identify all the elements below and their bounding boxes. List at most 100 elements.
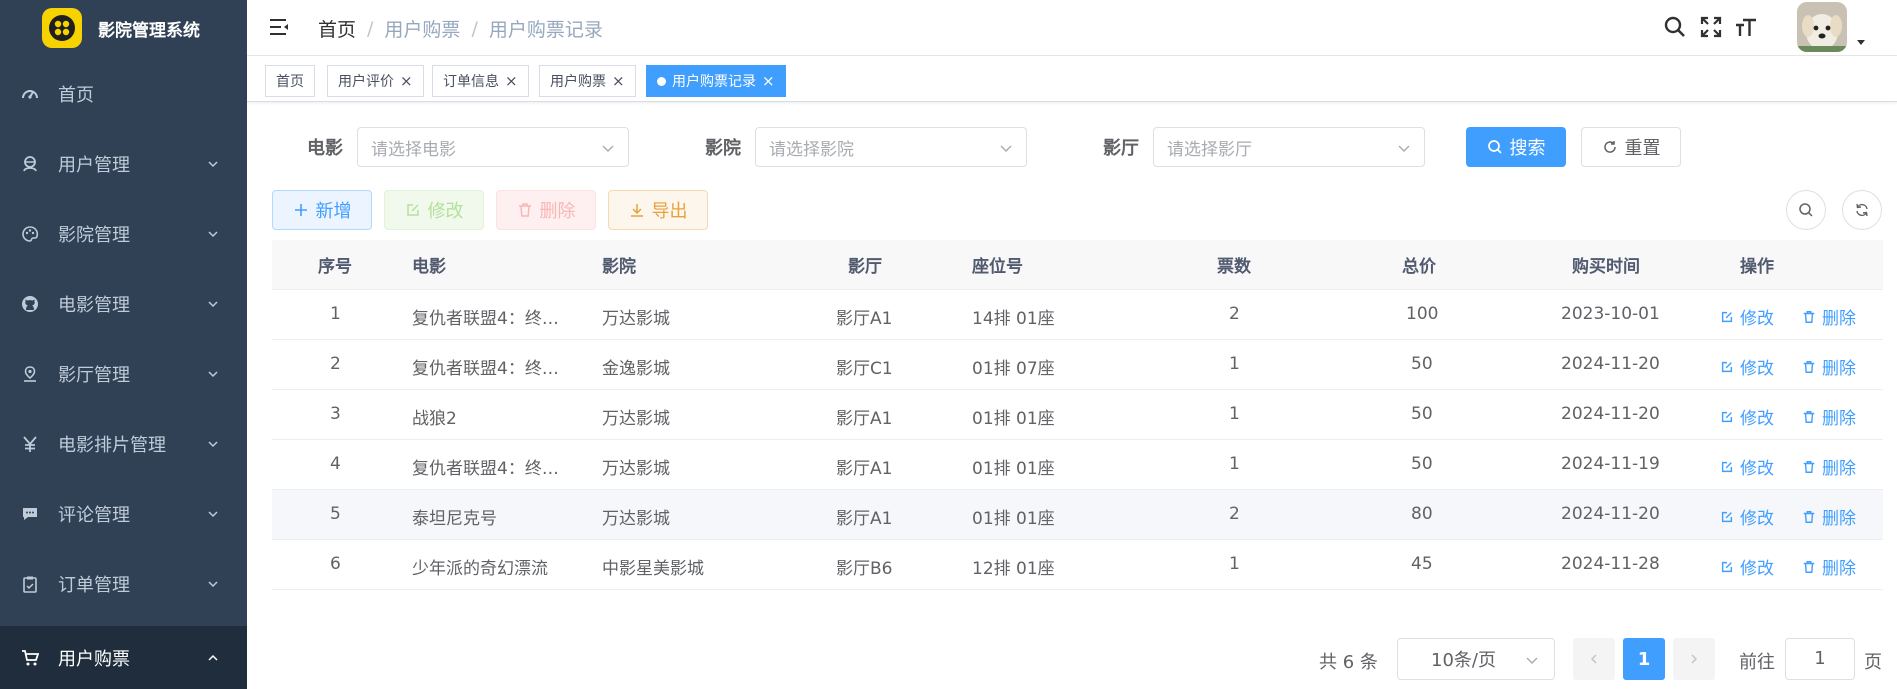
download-icon xyxy=(630,204,643,217)
breadcrumb-home[interactable]: 首页 xyxy=(318,15,356,42)
sidebar-item-label: 评论管理 xyxy=(58,505,130,526)
row-delete-button[interactable]: 删除 xyxy=(1802,354,1856,379)
cell-index: 3 xyxy=(330,404,341,424)
next-page-button[interactable] xyxy=(1673,638,1715,680)
cinema-label: 影院 xyxy=(705,138,741,159)
refresh-table-button[interactable] xyxy=(1842,190,1882,230)
chevron-right-icon xyxy=(1691,654,1698,664)
row-edit-button[interactable]: 修改 xyxy=(1720,404,1774,429)
row-delete-button[interactable]: 删除 xyxy=(1802,504,1856,529)
hamburger-icon[interactable] xyxy=(268,16,290,38)
column-header: 购买时间 xyxy=(1572,257,1640,277)
page-number-button[interactable]: 1 xyxy=(1623,638,1665,680)
close-icon[interactable]: × xyxy=(762,72,775,90)
cell-hall: 影厅A1 xyxy=(836,509,893,529)
palette-icon xyxy=(20,224,40,244)
sidebar-item-orders[interactable]: 订单管理 xyxy=(0,556,247,612)
tag-home[interactable]: 首页 xyxy=(265,65,315,97)
page-suffix: 页 xyxy=(1864,652,1882,673)
toggle-search-button[interactable] xyxy=(1786,190,1826,230)
cinema-select[interactable]: 请选择影院 xyxy=(755,127,1027,167)
sidebar-item-home[interactable]: 首页 xyxy=(0,66,247,122)
table-row[interactable]: 3 战狼2 万达影城 影厅A1 01排 01座 1 50 2024-11-20 … xyxy=(272,390,1883,440)
row-edit-button[interactable]: 修改 xyxy=(1720,554,1774,579)
tag-user-reviews[interactable]: 用户评价 × xyxy=(327,65,424,97)
caret-down-icon[interactable] xyxy=(1855,36,1867,48)
row-delete-button[interactable]: 删除 xyxy=(1802,304,1856,329)
table-row[interactable]: 2 复仇者联盟4：终… 金逸影城 影厅C1 01排 07座 1 50 2024-… xyxy=(272,340,1883,390)
table-row[interactable]: 5 泰坦尼克号 万达影城 影厅A1 01排 01座 2 80 2024-11-2… xyxy=(272,490,1883,540)
edit-icon xyxy=(1721,311,1733,322)
table-row[interactable]: 6 少年派的奇幻漂流 中影星美影城 影厅B6 12排 01座 1 45 2024… xyxy=(272,540,1883,590)
cell-hall: 影厅A1 xyxy=(836,409,893,429)
tag-label: 订单信息 xyxy=(443,74,499,90)
sidebar-item-movies[interactable]: 电影管理 xyxy=(0,276,247,332)
tag-label: 用户评价 xyxy=(338,74,394,90)
close-icon[interactable]: × xyxy=(612,72,625,90)
row-edit-button[interactable]: 修改 xyxy=(1720,454,1774,479)
close-icon[interactable]: × xyxy=(400,72,413,90)
cell-movie: 复仇者联盟4：终… xyxy=(412,309,559,329)
breadcrumb: 首页 / 用户购票 / 用户购票记录 xyxy=(318,15,603,42)
tag-label: 用户购票 xyxy=(550,74,606,90)
tag-ticket-records[interactable]: 用户购票记录 × xyxy=(646,65,786,97)
navbar: 首页 / 用户购票 / 用户购票记录 xyxy=(247,0,1897,56)
reset-button[interactable]: 重置 xyxy=(1581,127,1681,167)
sidebar-item-comments[interactable]: 评论管理 xyxy=(0,486,247,542)
prev-page-button[interactable] xyxy=(1573,638,1615,680)
sidebar-item-schedule[interactable]: 电影排片管理 xyxy=(0,416,247,472)
fullscreen-icon[interactable] xyxy=(1699,15,1723,39)
movie-select[interactable]: 请选择电影 xyxy=(357,127,629,167)
cell-count: 1 xyxy=(1229,404,1240,424)
goto-page-input[interactable]: 1 xyxy=(1785,638,1855,680)
tags-view: 首页 用户评价 × 订单信息 × 用户购票 × 用户购票记录 × xyxy=(247,56,1897,102)
close-icon[interactable]: × xyxy=(505,72,518,90)
cell-hall: 影厅A1 xyxy=(836,459,893,479)
yen-icon xyxy=(20,434,40,454)
cell-hall: 影厅C1 xyxy=(836,359,893,379)
movie-label: 电影 xyxy=(307,138,343,159)
row-delete-button[interactable]: 删除 xyxy=(1802,554,1856,579)
cell-time: 2024-11-20 xyxy=(1561,354,1660,374)
trash-icon xyxy=(1803,410,1815,423)
tag-user-tickets[interactable]: 用户购票 × xyxy=(539,65,636,97)
table-row[interactable]: 1 复仇者联盟4：终… 万达影城 影厅A1 14排 01座 2 100 2023… xyxy=(272,290,1883,340)
row-edit-button[interactable]: 修改 xyxy=(1720,354,1774,379)
tag-order-info[interactable]: 订单信息 × xyxy=(432,65,529,97)
hall-select[interactable]: 请选择影厅 xyxy=(1153,127,1425,167)
edit-button[interactable]: 修改 xyxy=(384,190,484,230)
avatar[interactable] xyxy=(1797,2,1847,52)
sidebar-item-cinemas[interactable]: 影院管理 xyxy=(0,206,247,262)
cell-index: 6 xyxy=(330,554,341,574)
goto-label: 前往 xyxy=(1739,652,1775,673)
search-button[interactable]: 搜索 xyxy=(1466,127,1566,167)
sidebar-item-label: 用户管理 xyxy=(58,155,130,176)
delete-button[interactable]: 删除 xyxy=(496,190,596,230)
sidebar-item-users[interactable]: 用户管理 xyxy=(0,136,247,192)
app-logo: 影院管理系统 xyxy=(0,0,247,56)
table-row[interactable]: 4 复仇者联盟4：终… 万达影城 影厅A1 01排 01座 1 50 2024-… xyxy=(272,440,1883,490)
page-size-value: 10条/页 xyxy=(1431,650,1496,671)
row-delete-button[interactable]: 删除 xyxy=(1802,454,1856,479)
row-edit-button[interactable]: 修改 xyxy=(1720,304,1774,329)
sidebar-item-tickets[interactable]: 用户购票 xyxy=(0,626,247,689)
export-button[interactable]: 导出 xyxy=(608,190,708,230)
chevron-down-icon xyxy=(1000,145,1012,152)
row-delete-label: 删除 xyxy=(1822,559,1856,579)
refresh-icon xyxy=(1603,141,1616,153)
row-edit-label: 修改 xyxy=(1740,559,1774,579)
edit-icon xyxy=(1721,411,1733,422)
cell-cinema: 万达影城 xyxy=(602,459,670,479)
page-size-select[interactable]: 10条/页 xyxy=(1397,638,1555,680)
font-size-icon[interactable] xyxy=(1734,15,1758,39)
sidebar-item-halls[interactable]: 影厅管理 xyxy=(0,346,247,402)
add-button[interactable]: 新增 xyxy=(272,190,372,230)
cell-price: 50 xyxy=(1411,454,1433,474)
row-delete-label: 删除 xyxy=(1822,309,1856,329)
row-edit-button[interactable]: 修改 xyxy=(1720,504,1774,529)
sidebar-item-label: 电影排片管理 xyxy=(58,435,166,456)
cell-hall: 影厅A1 xyxy=(836,309,893,329)
row-delete-button[interactable]: 删除 xyxy=(1802,404,1856,429)
search-icon[interactable] xyxy=(1663,15,1687,39)
chevron-down-icon xyxy=(1526,657,1538,664)
